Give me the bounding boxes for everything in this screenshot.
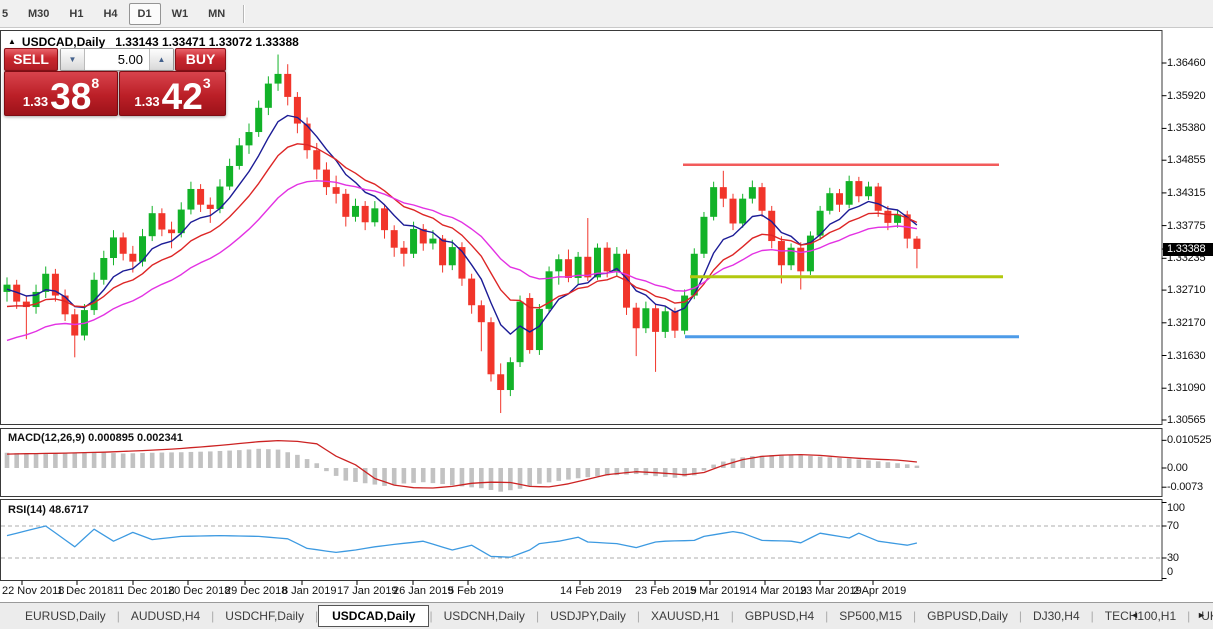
date-axis-label: 26 Jan 2019 xyxy=(393,585,454,597)
tab-usdjpy-daily[interactable]: USDJPY,Daily xyxy=(539,605,637,627)
buy-price-box[interactable]: 1.33 42 3 xyxy=(119,71,226,116)
timeframe-button-h1[interactable]: H1 xyxy=(60,3,92,25)
price-axis-label: 1.32710 xyxy=(1167,284,1206,297)
date-axis-label: 5 Mar 2019 xyxy=(690,585,746,597)
collapse-panel-icon[interactable]: ▲ xyxy=(8,37,16,46)
sell-price-big: 38 xyxy=(50,75,92,117)
rsi-label: RSI(14) 48.6717 xyxy=(8,504,89,516)
macd-axis-label: -0.0073 xyxy=(1167,481,1203,494)
toolbar-separator xyxy=(243,4,245,23)
chevron-down-icon: ▼ xyxy=(68,55,77,64)
tab-usdchf-daily[interactable]: USDCHF,Daily xyxy=(214,605,315,627)
sell-price-sup: 8 xyxy=(91,75,100,91)
date-axis-label: 23 Feb 2019 xyxy=(635,585,697,597)
price-axis-label: 1.35920 xyxy=(1167,89,1206,102)
tab-usdcad-daily[interactable]: USDCAD,Daily xyxy=(318,605,430,627)
rsi-pane-frame xyxy=(0,499,1163,581)
price-axis-label: 1.31630 xyxy=(1167,349,1206,362)
date-axis-label: 5 Feb 2019 xyxy=(448,585,504,597)
tab-tech100-h1[interactable]: TECH100,H1 xyxy=(1094,605,1187,627)
macd-axis-label: 0.00 xyxy=(1167,462,1188,474)
timeframe-button-h4[interactable]: H4 xyxy=(94,3,126,25)
date-axis-label: 17 Jan 2019 xyxy=(337,585,398,597)
sell-price-prefix: 1.33 xyxy=(22,94,49,109)
rsi-axis-label: 100 xyxy=(1167,501,1185,514)
rsi-axis-label: 0 xyxy=(1167,566,1173,578)
tabs-scroll-left-icon[interactable]: ◄ xyxy=(1130,610,1139,620)
tab-gbpusd-h4[interactable]: GBPUSD,H4 xyxy=(734,605,825,627)
tab-gbpusd-daily[interactable]: GBPUSD,Daily xyxy=(916,605,1019,627)
date-axis-label: 1 Dec 2018 xyxy=(57,585,114,597)
price-axis-label: 1.34855 xyxy=(1167,154,1206,167)
macd-axis-label: 0.010525 xyxy=(1167,434,1212,447)
candlestick-chart xyxy=(0,30,1167,585)
sell-price-box[interactable]: 1.33 38 8 xyxy=(4,71,118,116)
chevron-up-icon: ▲ xyxy=(157,55,166,64)
tab-xauusd-h1[interactable]: XAUUSD,H1 xyxy=(640,605,731,627)
volume-decrease-button[interactable]: ▼ xyxy=(61,49,85,70)
date-axis-label: 22 Nov 2018 xyxy=(2,585,65,597)
price-axis-label: 1.35380 xyxy=(1167,122,1206,135)
date-axis-label: 11 Dec 2018 xyxy=(113,585,175,597)
tab-usdcnh-daily[interactable]: USDCNH,Daily xyxy=(433,605,536,627)
timeframe-button-w1[interactable]: W1 xyxy=(163,3,198,25)
price-axis-label: 1.34315 xyxy=(1167,186,1206,199)
rsi-axis-label: 30 xyxy=(1167,552,1179,564)
date-axis-label: 14 Feb 2019 xyxy=(560,585,622,597)
date-axis-label: 20 Dec 2018 xyxy=(168,585,231,597)
chart-tabbar: EURUSD,Daily | AUDUSD,H4 | USDCHF,Daily | USDC… xyxy=(0,602,1213,629)
tab-sp500-m15[interactable]: SP500,M15 xyxy=(828,605,913,627)
price-axis-label: 1.33775 xyxy=(1167,219,1206,232)
buy-price-prefix: 1.33 xyxy=(134,94,160,109)
date-axis-label: 14 Mar 2019 xyxy=(745,585,807,597)
current-price-label: 1.33388 xyxy=(1163,242,1213,256)
timeframe-toolbar: 5 M30 H1 H4 D1 W1 MN xyxy=(0,0,1213,28)
volume-spinner: ▼ 5.00 ▲ xyxy=(60,48,174,71)
tabs-scroll-right-icon[interactable]: ► xyxy=(1197,610,1206,620)
price-axis-label: 1.31090 xyxy=(1167,382,1206,395)
price-axis-label: 1.30565 xyxy=(1167,414,1206,426)
macd-label: MACD(12,26,9) 0.000895 0.002341 xyxy=(8,432,183,444)
buy-price-big: 42 xyxy=(161,75,203,117)
volume-increase-button[interactable]: ▲ xyxy=(149,49,173,70)
date-axis-label: 2 Apr 2019 xyxy=(853,585,907,597)
timeframe-button-mn[interactable]: MN xyxy=(199,3,234,25)
timeframe-button-5[interactable]: 5 xyxy=(1,3,17,25)
date-axis-label: 8 Jan 2019 xyxy=(282,585,337,597)
timeframe-button-d1[interactable]: D1 xyxy=(128,2,161,25)
price-axis-label: 1.32170 xyxy=(1167,316,1206,329)
buy-button[interactable]: BUY xyxy=(175,48,226,71)
tab-dj30-h4[interactable]: DJ30,H4 xyxy=(1022,605,1091,627)
timeframe-button-m30[interactable]: M30 xyxy=(19,3,58,25)
volume-value[interactable]: 5.00 xyxy=(85,49,149,70)
date-axis-label: 29 Dec 2018 xyxy=(225,585,288,597)
price-axis-label: 1.36460 xyxy=(1167,57,1206,69)
sell-button[interactable]: SELL xyxy=(4,48,58,71)
buy-price-sup: 3 xyxy=(202,75,211,91)
tab-eurusd-daily[interactable]: EURUSD,Daily xyxy=(14,605,117,627)
tab-audusd-h4[interactable]: AUDUSD,H4 xyxy=(120,605,211,627)
one-click-trade-panel: SELL ▼ 5.00 ▲ BUY 1.33 38 8 1.33 42 3 xyxy=(3,47,226,116)
rsi-axis-label: 70 xyxy=(1167,520,1179,532)
mt4-window: 5 M30 H1 H4 D1 W1 MN ▲ USDCAD,Daily 1.33143 1.… xyxy=(0,0,1213,629)
